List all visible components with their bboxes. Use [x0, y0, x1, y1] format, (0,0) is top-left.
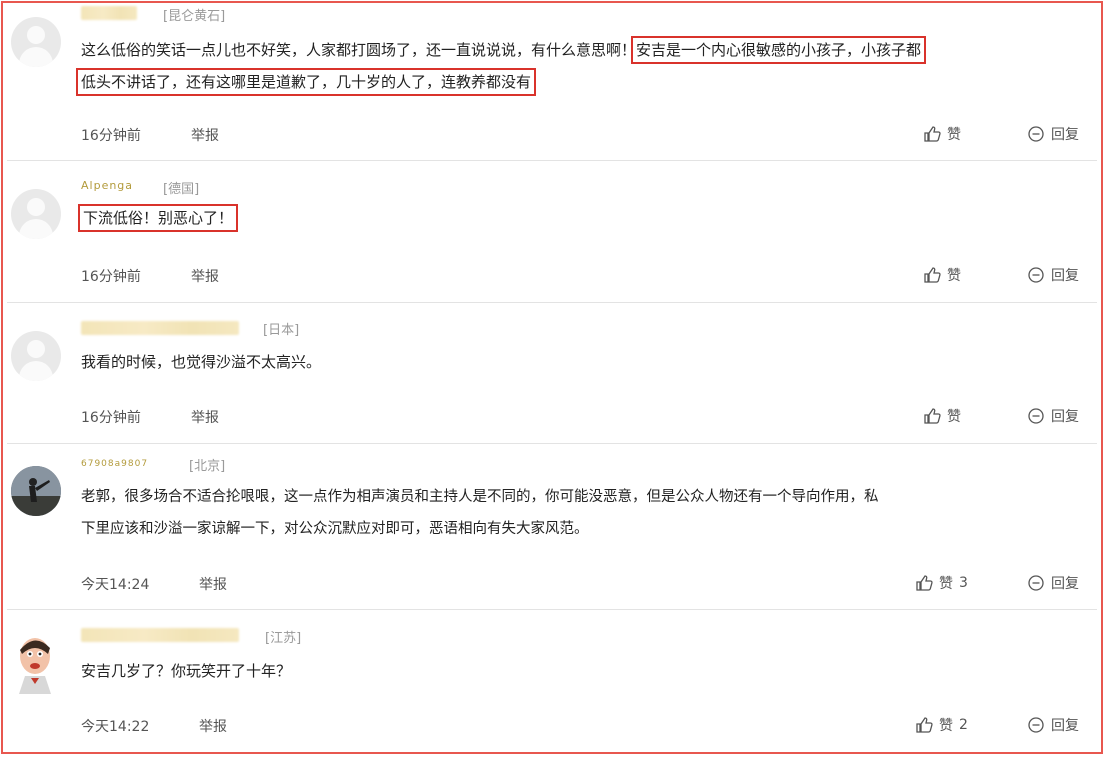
location-tag: [昆仑黄石] — [163, 9, 226, 24]
comment-time: 今天14:24 — [81, 577, 150, 593]
reply-button[interactable]: 回复 — [1027, 573, 1079, 593]
comment-text: 老郭，很多场合不适合抡哏哏，这一点作为相声演员和主持人是不同的，你可能没恶意，但… — [81, 489, 879, 505]
reply-bubble-icon — [1028, 267, 1044, 283]
like-count: 2 — [959, 717, 968, 733]
reply-button[interactable]: 回复 — [1027, 406, 1079, 426]
thumbs-up-icon — [924, 408, 941, 424]
like-button[interactable]: 赞 — [923, 265, 961, 285]
username-blurred[interactable] — [81, 321, 239, 335]
highlighted-text: 安吉是一个内心很敏感的小孩子，小孩子都 — [631, 36, 927, 64]
location-tag: [江苏] — [265, 631, 302, 646]
highlighted-text: 下流低俗！别恶心了！ — [77, 204, 239, 232]
username[interactable]: Alpenga — [81, 179, 133, 192]
reply-bubble-icon — [1028, 575, 1044, 591]
like-button[interactable]: 赞 — [923, 124, 961, 144]
comment-text: 下流低俗！别恶心了！ — [77, 201, 239, 235]
reply-button[interactable]: 回复 — [1027, 715, 1079, 735]
comment-time: 16分钟前 — [81, 128, 141, 144]
comment-item: 67908a9807 [北京] 老郭，很多场合不适合抡哏哏，这一点作为相声演员和… — [3, 444, 1105, 610]
default-avatar — [11, 17, 61, 67]
comment-time: 16分钟前 — [81, 410, 141, 426]
like-button[interactable]: 赞 — [923, 406, 961, 426]
comment-text: 我看的时候，也觉得沙溢不太高兴。 — [81, 353, 322, 371]
comment-item: Alpenga [德国] 下流低俗！别恶心了！ 16分钟前 举报 赞 回复 — [3, 161, 1105, 303]
comment-text-line2: 低头不讲话了，还有这哪里是道歉了，几十岁的人了，连教养都没有 — [75, 65, 537, 99]
comment-time: 16分钟前 — [81, 269, 141, 285]
comment-item: [昆仑黄石] 这么低俗的笑话一点儿也不好笑，人家都打圆场了，还一直说说说，有什么… — [3, 3, 1105, 161]
user-avatar[interactable] — [11, 466, 61, 516]
reply-bubble-icon — [1028, 408, 1044, 424]
like-button[interactable]: 赞 3 — [915, 573, 968, 593]
reply-bubble-icon — [1028, 717, 1044, 733]
comment-item: [日本] 我看的时候，也觉得沙溢不太高兴。 16分钟前 举报 赞 回复 — [3, 303, 1105, 443]
avatar-cartoon — [19, 638, 51, 694]
like-count: 3 — [959, 575, 968, 591]
location-tag: [日本] — [263, 323, 300, 338]
location-tag: [德国] — [163, 182, 200, 197]
reply-button[interactable]: 回复 — [1027, 265, 1079, 285]
like-button[interactable]: 赞 2 — [915, 715, 968, 735]
username-blurred[interactable] — [81, 6, 137, 20]
reply-button[interactable]: 回复 — [1027, 124, 1079, 144]
thumbs-up-icon — [916, 575, 933, 591]
comment-text-line2: 下里应该和沙溢一家谅解一下，对公众沉默应对即可，恶语相向有失大家风范。 — [81, 521, 589, 537]
thumbs-up-icon — [924, 267, 941, 283]
comment-text: 这么低俗的笑话一点儿也不好笑，人家都打圆场了，还一直说说说，有什么意思啊！安吉是… — [81, 36, 927, 64]
username-blurred[interactable] — [81, 628, 239, 642]
thumbs-up-icon — [924, 126, 941, 142]
report-button[interactable]: 举报 — [199, 574, 227, 594]
default-avatar — [11, 331, 61, 381]
thumbs-up-icon — [916, 717, 933, 733]
username[interactable]: 67908a9807 — [81, 459, 148, 469]
avatar-photo — [11, 466, 61, 516]
report-button[interactable]: 举报 — [191, 125, 219, 145]
comment-list-frame: [昆仑黄石] 这么低俗的笑话一点儿也不好笑，人家都打圆场了，还一直说说说，有什么… — [1, 1, 1103, 754]
report-button[interactable]: 举报 — [191, 266, 219, 286]
user-avatar[interactable] — [11, 632, 65, 698]
report-button[interactable]: 举报 — [199, 716, 227, 736]
reply-bubble-icon — [1028, 126, 1044, 142]
comment-item: [江苏] 安吉几岁了？你玩笑开了十年？ 今天14:22 举报 赞 2 回复 — [3, 610, 1105, 756]
default-avatar — [11, 189, 61, 239]
location-tag: [北京] — [189, 459, 226, 474]
highlighted-text: 低头不讲话了，还有这哪里是道歉了，几十岁的人了，连教养都没有 — [75, 68, 537, 96]
comment-time: 今天14:22 — [81, 719, 150, 735]
comment-text: 安吉几岁了？你玩笑开了十年？ — [81, 662, 292, 680]
report-button[interactable]: 举报 — [191, 407, 219, 427]
